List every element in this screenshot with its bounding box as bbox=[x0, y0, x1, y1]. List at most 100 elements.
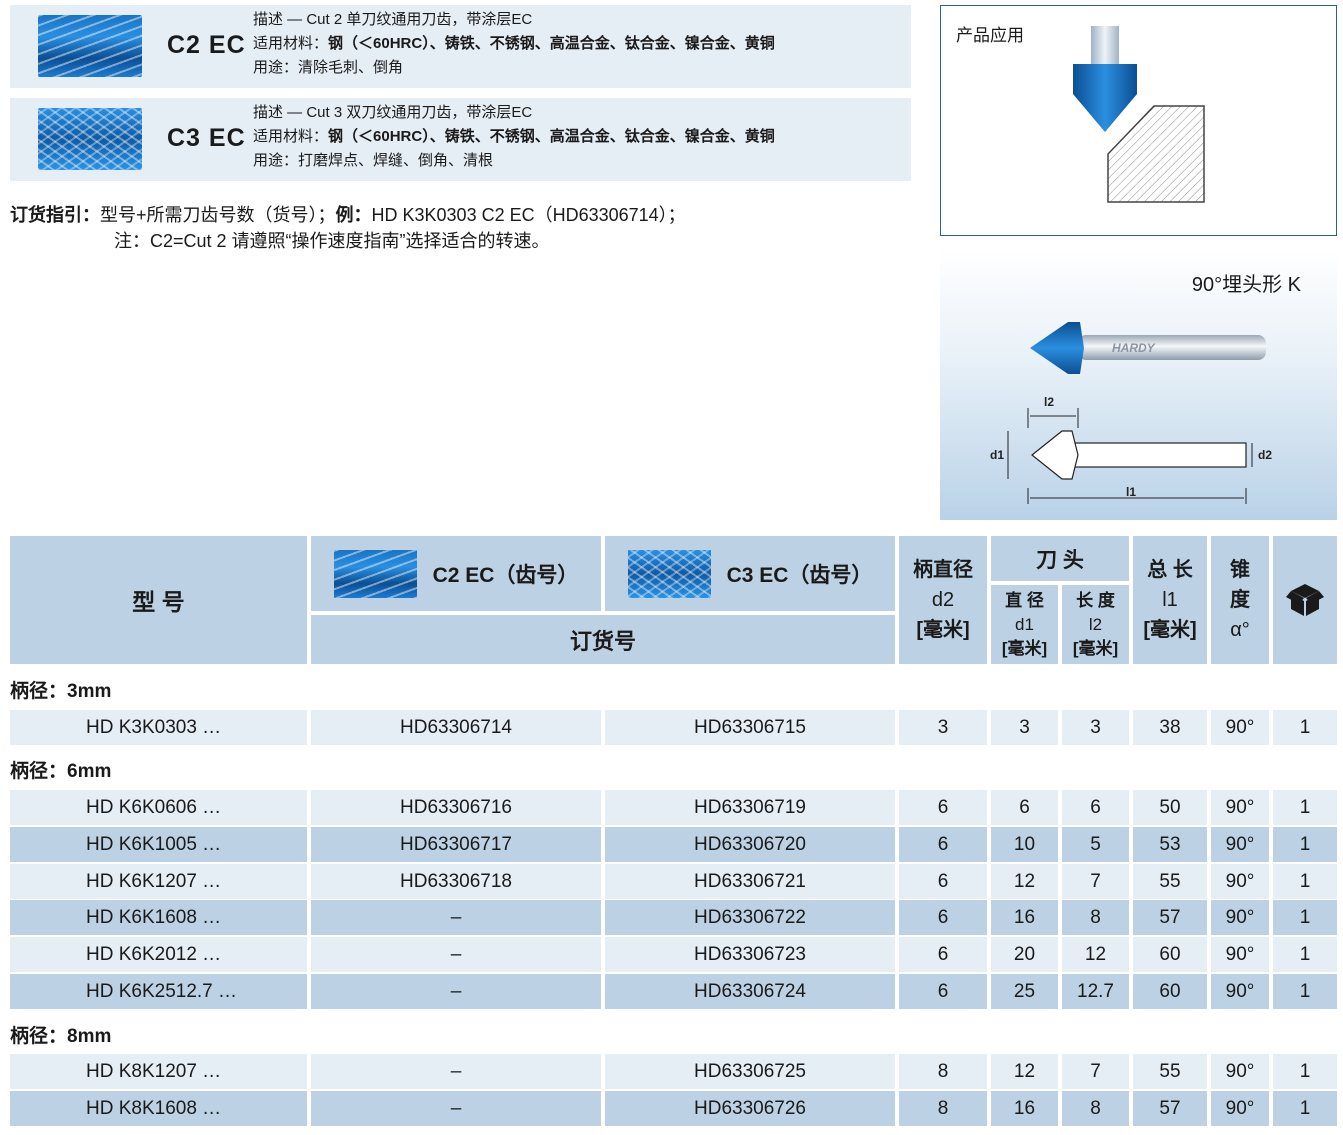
cell-head-length: 12 bbox=[1062, 937, 1129, 972]
header-c3: C3 EC（齿号） bbox=[605, 536, 895, 611]
header-diameter-symbol: d1 bbox=[1015, 614, 1034, 634]
cell-total-length: 55 bbox=[1133, 1054, 1207, 1089]
cell-head-diameter: 3 bbox=[991, 710, 1058, 745]
header-diameter: 直 径 d1 [毫米] bbox=[991, 585, 1058, 664]
cell-shank-diameter: 8 bbox=[899, 1054, 987, 1089]
table-row: HD K6K1207 … HD63306718 HD63306721 6 12 7 55 90… bbox=[0, 864, 1343, 899]
cell-pack-quantity: 1 bbox=[1273, 827, 1337, 862]
example-text: HD K3K0303 C2 EC（HD63306714）； bbox=[371, 205, 686, 225]
table-row: HD K6K1608 … – HD63306722 6 16 8 57 90° 1 bbox=[0, 900, 1343, 935]
material-label: 适用材料： bbox=[253, 128, 329, 145]
cell-angle: 90° bbox=[1211, 937, 1269, 972]
table-row: HD K6K0606 … HD63306716 HD63306719 6 6 6 50 90°… bbox=[0, 790, 1343, 825]
cell-c3-order-no: HD63306721 bbox=[605, 864, 895, 899]
cell-angle: 90° bbox=[1211, 1091, 1269, 1126]
table-row: HD K8K1608 … – HD63306726 8 16 8 57 90° 1 bbox=[0, 1091, 1343, 1126]
c3-cut-image bbox=[38, 108, 142, 170]
table-row: HD K6K1005 … HD63306717 HD63306720 6 10 5 53 90… bbox=[0, 827, 1343, 862]
cell-head-diameter: 25 bbox=[991, 974, 1058, 1009]
header-diameter-unit: [毫米] bbox=[1001, 638, 1048, 658]
cell-head-length: 6 bbox=[1062, 790, 1129, 825]
cell-angle: 90° bbox=[1211, 827, 1269, 862]
dim-l2-label: l2 bbox=[1044, 395, 1054, 409]
header-c2: C2 EC（齿号） bbox=[311, 536, 601, 611]
cell-c2-order-no: HD63306714 bbox=[311, 710, 601, 745]
brand-logo: HARDY bbox=[1112, 341, 1156, 355]
cell-total-length: 50 bbox=[1133, 790, 1207, 825]
cell-pack-quantity: 1 bbox=[1273, 790, 1337, 825]
header-angle-symbol: α° bbox=[1230, 619, 1250, 641]
material-list: 钢（＜60HRC）、铸铁、不锈钢、高温合金、钛合金、镍合金、黄铜 bbox=[328, 35, 775, 52]
cell-c3-order-no: HD63306715 bbox=[605, 710, 895, 745]
cell-model: HD K6K1608 … bbox=[10, 900, 307, 935]
product-application-box: 产品应用 bbox=[940, 5, 1337, 236]
cell-head-diameter: 10 bbox=[991, 827, 1058, 862]
cell-model: HD K6K2512.7 … bbox=[10, 974, 307, 1009]
cell-model: HD K3K0303 … bbox=[10, 710, 307, 745]
cell-angle: 90° bbox=[1211, 864, 1269, 899]
cell-pack-quantity: 1 bbox=[1273, 974, 1337, 1009]
cell-model: HD K6K0606 … bbox=[10, 790, 307, 825]
group-title: 柄径：3mm bbox=[10, 681, 112, 702]
dim-d1-label: d1 bbox=[990, 448, 1004, 462]
application-illustration bbox=[1073, 26, 1205, 203]
order-guide-label: 订货指引： bbox=[10, 205, 100, 225]
header-model: 型 号 bbox=[10, 536, 307, 664]
cell-total-length: 55 bbox=[1133, 864, 1207, 899]
drawing-head bbox=[1031, 430, 1079, 480]
cell-c2-order-no: – bbox=[311, 1091, 601, 1126]
cell-model: HD K8K1608 … bbox=[10, 1091, 307, 1126]
header-c2-label: C2 EC（齿号） bbox=[432, 563, 579, 587]
cell-angle: 90° bbox=[1211, 1054, 1269, 1089]
header-order-no: 订货号 bbox=[311, 615, 895, 664]
table-row: HD K8K1207 … – HD63306725 8 12 7 55 90° 1 bbox=[0, 1054, 1343, 1089]
product-card-c3: C3 EC 描述 — Cut 3 双刀纹通用刀齿，带涂层EC 适用材料：钢（＜6… bbox=[10, 98, 911, 181]
card-usage: 用途：打磨焊点、焊缝、倒角、清根 bbox=[253, 152, 494, 169]
header-angle: 锥 度 α° bbox=[1211, 536, 1269, 664]
cell-head-diameter: 6 bbox=[991, 790, 1058, 825]
cell-head-diameter: 20 bbox=[991, 937, 1058, 972]
cell-c3-order-no: HD63306719 bbox=[605, 790, 895, 825]
card-usage: 用途：清除毛刺、倒角 bbox=[253, 59, 404, 76]
card-code: C2 EC bbox=[167, 31, 246, 59]
cell-c2-order-no: HD63306717 bbox=[311, 827, 601, 862]
cell-total-length: 60 bbox=[1133, 974, 1207, 1009]
cell-model: HD K6K1207 … bbox=[10, 864, 307, 899]
cell-head-length: 7 bbox=[1062, 1054, 1129, 1089]
header-length: 长 度 l2 [毫米] bbox=[1062, 585, 1129, 664]
header-total-title: 总 长 bbox=[1147, 559, 1193, 581]
cell-pack-quantity: 1 bbox=[1273, 1091, 1337, 1126]
tool-shape-panel: 90°埋头形 K HARDY l2 d1 d2 l1 bbox=[940, 248, 1337, 520]
cell-total-length: 57 bbox=[1133, 1091, 1207, 1126]
order-note: 注：C2=Cut 2 请遵照“操作速度指南”选择适合的转速。 bbox=[114, 231, 550, 251]
example-label: 例： bbox=[335, 205, 372, 225]
material-label: 适用材料： bbox=[253, 35, 329, 52]
cell-c3-order-no: HD63306724 bbox=[605, 974, 895, 1009]
cell-total-length: 60 bbox=[1133, 937, 1207, 972]
c2-cut-icon bbox=[333, 549, 417, 598]
cell-c3-order-no: HD63306723 bbox=[605, 937, 895, 972]
cell-shank-diameter: 8 bbox=[899, 1091, 987, 1126]
cell-model: HD K6K2012 … bbox=[10, 937, 307, 972]
cell-shank-diameter: 6 bbox=[899, 974, 987, 1009]
cell-c3-order-no: HD63306722 bbox=[605, 900, 895, 935]
cell-c2-order-no: – bbox=[311, 1054, 601, 1089]
cell-head-diameter: 16 bbox=[991, 1091, 1058, 1126]
header-angle-title-1: 锥 bbox=[1230, 559, 1250, 581]
drawing-shank bbox=[1071, 442, 1247, 468]
tool-photo-shank bbox=[1078, 335, 1266, 360]
header-shank-unit: [毫米] bbox=[916, 619, 970, 641]
cell-pack-quantity: 1 bbox=[1273, 900, 1337, 935]
cell-c2-order-no: HD63306718 bbox=[311, 864, 601, 899]
cell-shank-diameter: 6 bbox=[899, 790, 987, 825]
cell-head-length: 7 bbox=[1062, 864, 1129, 899]
header-total-unit: [毫米] bbox=[1143, 619, 1197, 641]
tool-photo-head bbox=[1030, 322, 1084, 374]
cell-c3-order-no: HD63306720 bbox=[605, 827, 895, 862]
header-total-length: 总 长 l1 [毫米] bbox=[1133, 536, 1207, 664]
cell-total-length: 53 bbox=[1133, 827, 1207, 862]
group-title: 柄径：8mm bbox=[10, 1026, 112, 1047]
table-row: HD K3K0303 … HD63306714 HD63306715 3 3 3 38 90°… bbox=[0, 710, 1343, 745]
cell-shank-diameter: 6 bbox=[899, 827, 987, 862]
cell-head-diameter: 16 bbox=[991, 900, 1058, 935]
